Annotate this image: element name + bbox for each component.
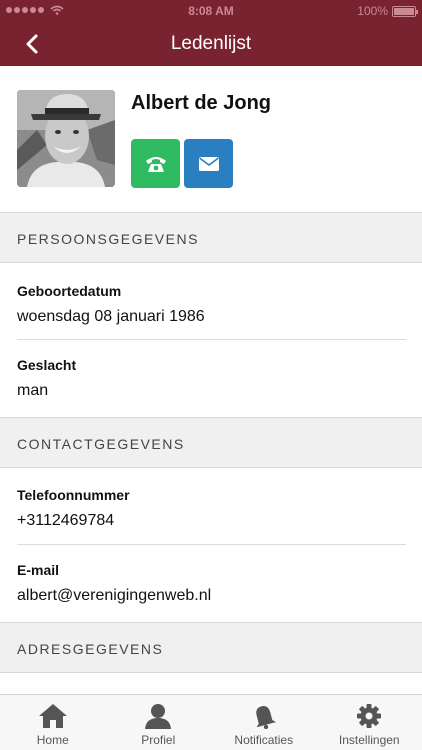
envelope-icon: [198, 156, 219, 171]
tab-label-home: Home: [36, 733, 69, 747]
tab-label-notifications: Notificaties: [234, 733, 294, 747]
birthdate-label: Geboortedatum: [17, 283, 122, 299]
tab-profile[interactable]: Profiel: [106, 695, 212, 750]
phone-icon: [145, 156, 166, 172]
tab-notifications[interactable]: Notificaties: [211, 695, 317, 750]
section-title-contact: CONTACTGEGEVENS: [17, 436, 185, 452]
phone-label: Telefoonnummer: [17, 487, 130, 503]
home-icon: [38, 704, 67, 728]
section-header-address: ADRESGEGEVENS: [0, 622, 422, 673]
field-email: E-mail albert@verenigingenweb.nl: [17, 562, 406, 605]
section-header-personal: PERSOONSGEGEVENS: [0, 212, 422, 263]
tab-label-settings: Instellingen: [338, 733, 400, 747]
section-header-contact: CONTACTGEGEVENS: [0, 417, 422, 468]
tab-home[interactable]: Home: [0, 695, 106, 750]
email-button[interactable]: [184, 139, 233, 188]
field-birthdate: Geboortedatum woensdag 08 januari 1986: [17, 283, 406, 326]
section-title-address: ADRESGEGEVENS: [17, 641, 164, 657]
email-value[interactable]: albert@verenigingenweb.nl: [17, 587, 406, 605]
email-label: E-mail: [17, 562, 60, 578]
divider: [17, 339, 406, 340]
field-phone: Telefoonnummer +3112469784: [17, 487, 406, 530]
bell-icon: [255, 706, 276, 729]
navigation-bar: Ledenlijst: [0, 22, 422, 66]
divider: [17, 544, 406, 545]
gender-label: Geslacht: [17, 357, 77, 373]
status-bar: 8:08 AM 100%: [0, 0, 422, 22]
tab-bar: Home Profiel Notificaties Instellingen: [0, 694, 422, 750]
page-title: Ledenlijst: [170, 33, 252, 54]
battery-icon: [392, 5, 418, 17]
profile-photo: [17, 90, 115, 187]
phone-value[interactable]: +3112469784: [17, 512, 406, 530]
battery-percentage: 100%: [357, 4, 388, 18]
gender-value: man: [17, 382, 49, 399]
person-icon: [145, 704, 172, 729]
battery-indicator: 100%: [357, 4, 418, 18]
section-title-personal: PERSOONSGEGEVENS: [17, 231, 199, 247]
member-name: Albert de Jong: [131, 92, 272, 114]
tab-label-profile: Profiel: [141, 733, 176, 747]
call-button[interactable]: [131, 139, 180, 188]
birthdate-value: woensdag 08 januari 1986: [17, 308, 205, 325]
gear-icon: [357, 704, 382, 728]
profile-header: Albert de Jong: [0, 66, 422, 213]
tab-settings[interactable]: Instellingen: [317, 695, 422, 750]
field-gender: Geslacht man: [17, 357, 406, 400]
